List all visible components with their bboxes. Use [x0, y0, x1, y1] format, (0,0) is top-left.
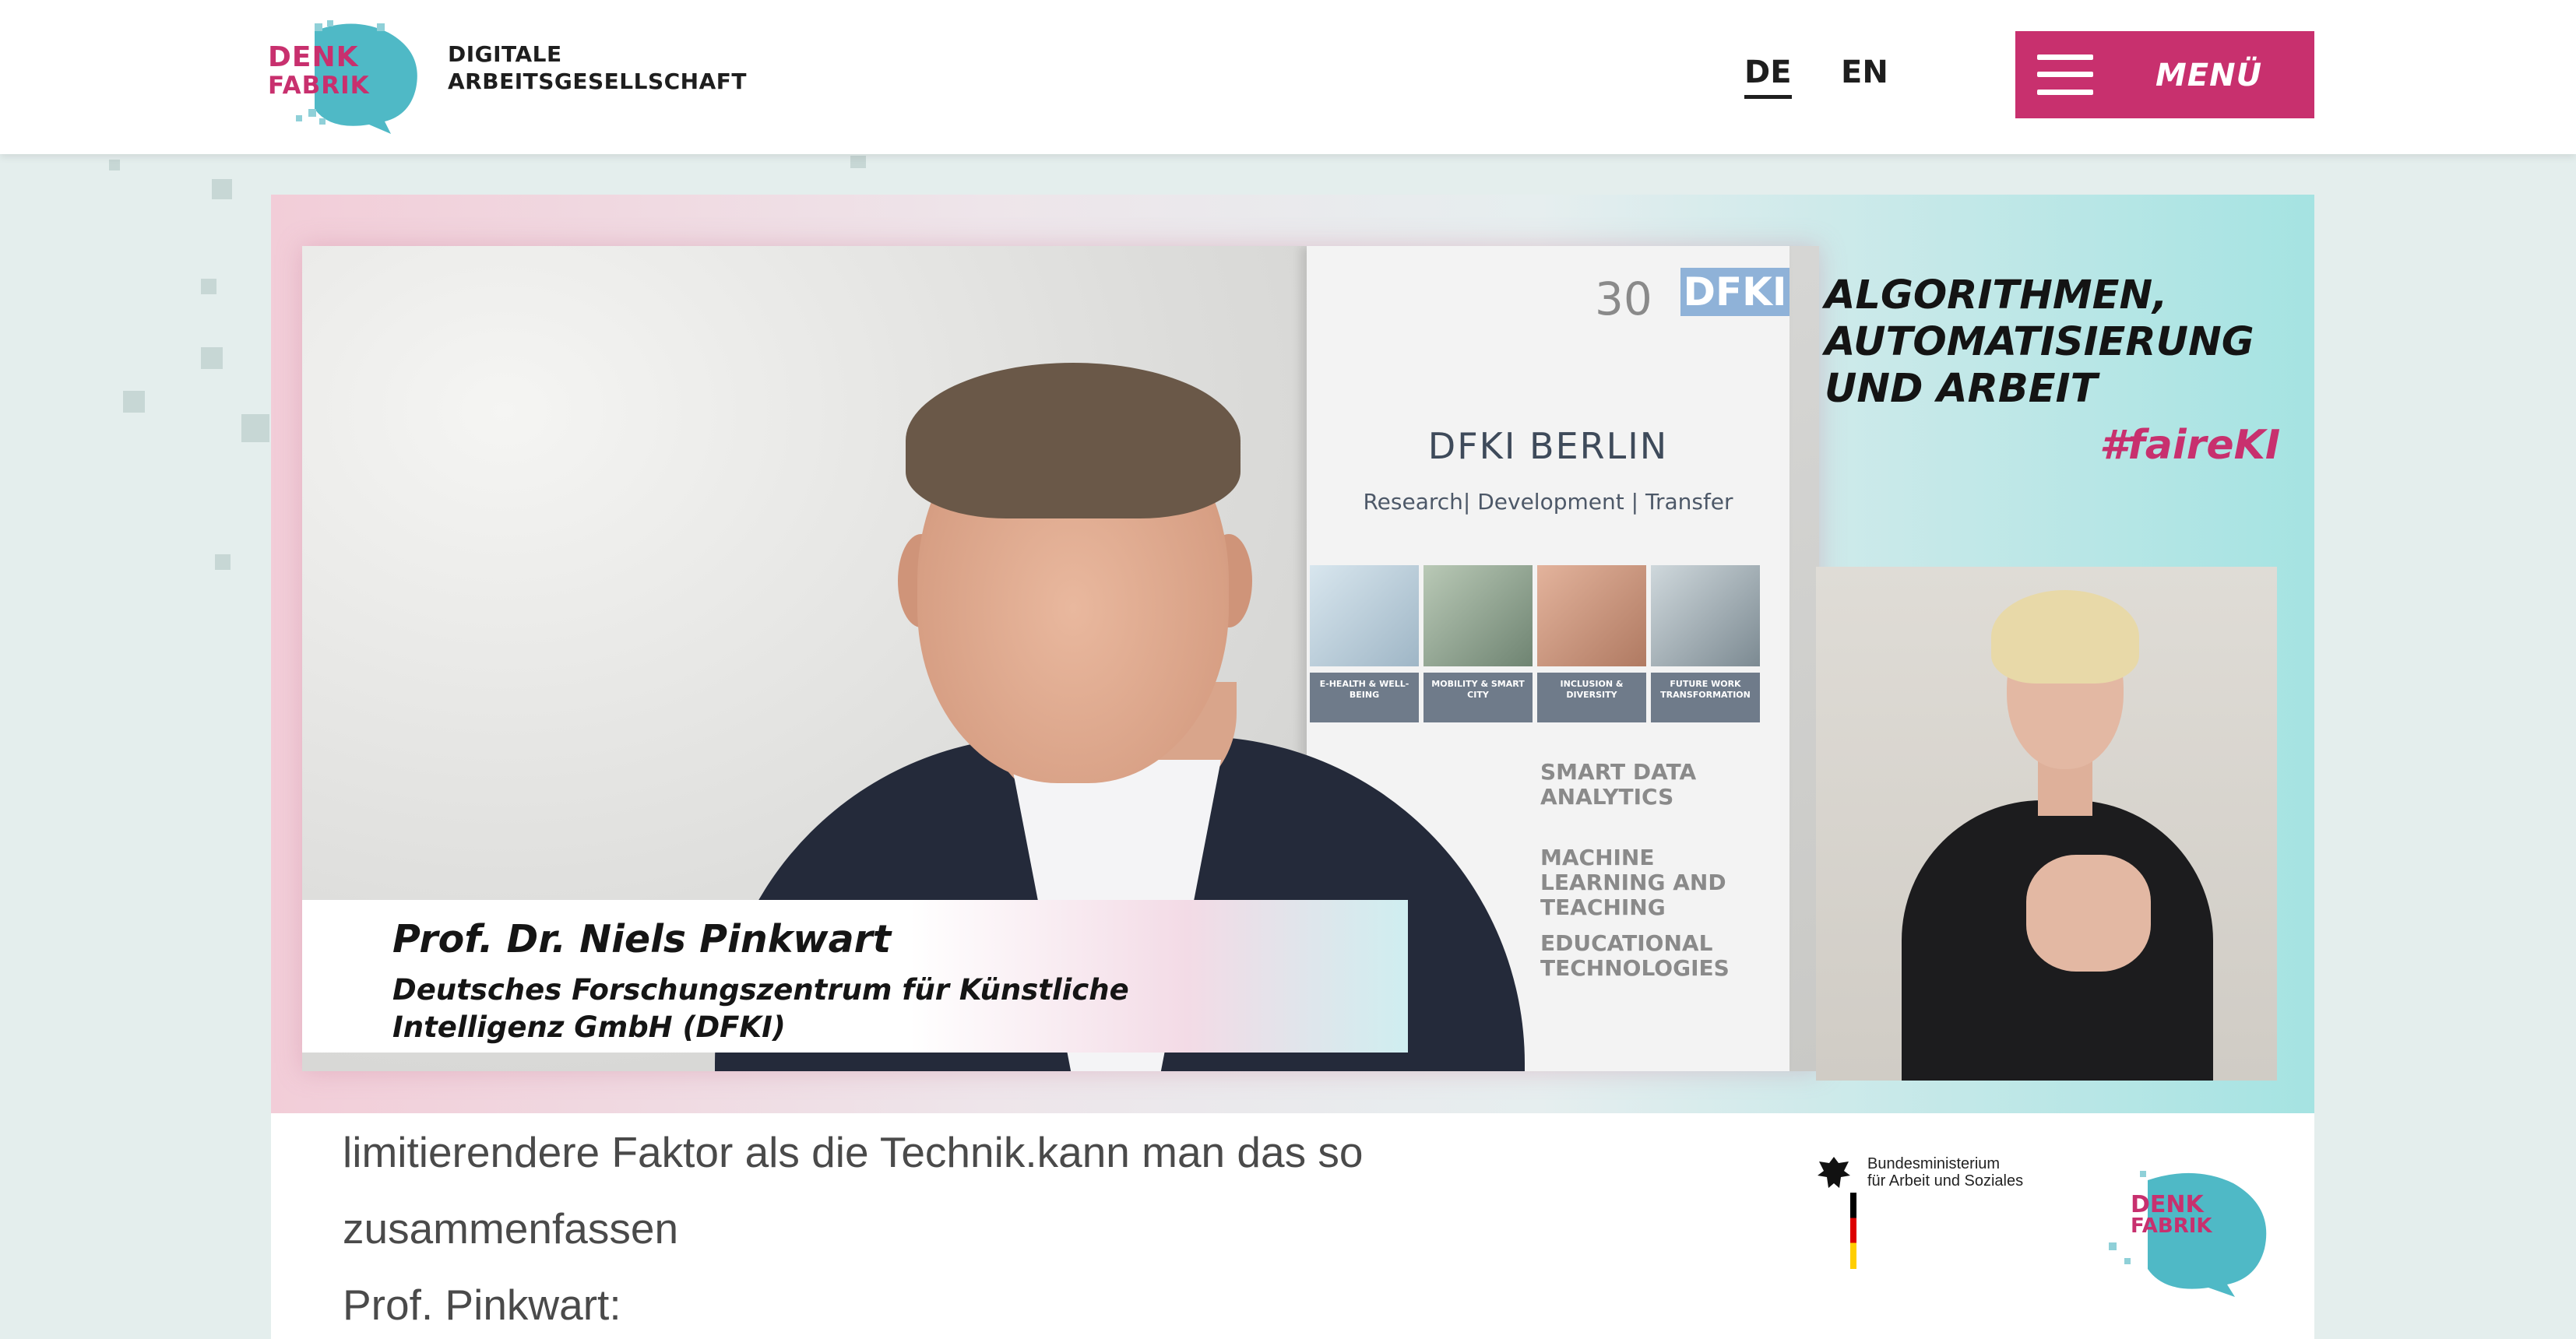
decorative-pixel — [123, 391, 145, 413]
banner-subtitle: Research| Development | Transfer — [1363, 489, 1733, 515]
headline-line-1: ALGORITHMEN, — [1825, 272, 2168, 318]
decorative-pixel — [212, 179, 232, 199]
ministry-line-1: Bundesministerium — [1867, 1155, 2001, 1172]
video-player[interactable]: 30 DFKI DFKI BERLIN Research| Developmen… — [271, 195, 2314, 1339]
site-title-line-1: DIGITALE — [448, 41, 562, 67]
dfki-logo: 30 DFKI — [1595, 268, 1789, 353]
event-headline: ALGORITHMEN, AUTOMATISIERUNG UND ARBEIT — [1825, 272, 2307, 413]
language-en-link[interactable]: EN — [1841, 54, 1888, 90]
denkfabrik-logo[interactable]: DENK FABRIK — [268, 17, 424, 134]
site-title: DIGITALE ARBEITSGESELLSCHAFT — [448, 40, 806, 95]
dfki-logo-30: 30 — [1595, 272, 1652, 325]
federal-eagle-icon — [1818, 1157, 1850, 1188]
banner-photo-tile — [1310, 565, 1419, 666]
speaker-video-panel: 30 DFKI DFKI BERLIN Research| Developmen… — [302, 246, 1819, 1071]
interpreter-hair — [1991, 590, 2139, 684]
banner-tile-label: MOBILITY & SMART CITY — [1423, 673, 1533, 722]
decorative-pixel — [241, 414, 269, 442]
banner-item: SMART DATA ANALYTICS — [1540, 759, 1697, 810]
headline-line-2: AUTOMATISIERUNG — [1825, 319, 2254, 365]
speaker-name: Prof. Dr. Niels Pinkwart — [392, 917, 892, 961]
decorative-pixel — [201, 279, 216, 294]
decorative-pixel — [215, 554, 231, 570]
banner-item: EDUCATIONAL TECHNOLOGIES — [1540, 930, 1730, 981]
menu-button[interactable]: MENÜ — [2015, 31, 2314, 118]
banner-tile-label: FUTURE WORK TRANSFORMATION — [1651, 673, 1760, 722]
hashtag: #faireKI — [2099, 422, 2281, 469]
banner-photo-tile — [1537, 565, 1646, 666]
banner-item: MACHINE LEARNING AND TEACHING — [1540, 845, 1726, 920]
decorative-pixel — [201, 347, 223, 369]
caption-line: Prof. Pinkwart: — [343, 1281, 621, 1329]
headline-line-3: UND ARBEIT — [1825, 366, 2098, 412]
decorative-pixel — [109, 160, 120, 170]
site-title-line-2: ARBEITSGESELLSCHAFT — [448, 69, 748, 94]
speaker-organization: Deutsches Forschungszentrum für Künstlic… — [392, 972, 1327, 1046]
banner-tile-label: E-HEALTH & WELL-BEING — [1310, 673, 1419, 722]
ministry-name: Bundesministerium für Arbeit und Soziale… — [1867, 1155, 2039, 1190]
speaker-hair — [906, 363, 1240, 518]
caption-line: limitierendere Faktor als die Technik.ka… — [343, 1128, 1364, 1176]
denkfabrik-small-logo: DENK FABRIK — [2093, 1165, 2280, 1297]
hamburger-icon — [2037, 54, 2093, 95]
site-header: DENK FABRIK DIGITALE ARBEITSGESELLSCHAFT… — [0, 0, 2576, 154]
speaker-org-line-1: Deutsches Forschungszentrum für Künstlic… — [392, 973, 1129, 1007]
small-logo-word-fabrik: FABRIK — [2131, 1214, 2212, 1238]
logo-word-denk: DENK — [268, 41, 359, 73]
menu-label: MENÜ — [2155, 58, 2263, 93]
banner-title: DFKI BERLIN — [1427, 425, 1669, 467]
german-flag-stripe — [1850, 1193, 1856, 1269]
sign-language-interpreter-video — [1816, 567, 2277, 1081]
speaker-lower-third: Prof. Dr. Niels Pinkwart Deutsches Forsc… — [302, 900, 1408, 1053]
banner-photo-tile — [1651, 565, 1760, 666]
sponsor-logos: Bundesministerium für Arbeit und Soziale… — [1813, 1152, 2296, 1297]
dfki-logo-text: DFKI — [1680, 268, 1789, 316]
banner-photo-tile — [1423, 565, 1533, 666]
language-de-link[interactable]: DE — [1744, 54, 1792, 99]
banner-tile-label: INCLUSION & DIVERSITY — [1537, 673, 1646, 722]
ministry-line-2: für Arbeit und Soziales — [1867, 1172, 2024, 1190]
decorative-pixel — [850, 156, 866, 168]
speaker-org-line-2: Intelligenz GmbH (DFKI) — [392, 1010, 786, 1044]
caption-line: zusammenfassen — [343, 1204, 679, 1253]
logo-word-fabrik: FABRIK — [268, 72, 370, 100]
interpreter-hands — [2026, 855, 2151, 972]
